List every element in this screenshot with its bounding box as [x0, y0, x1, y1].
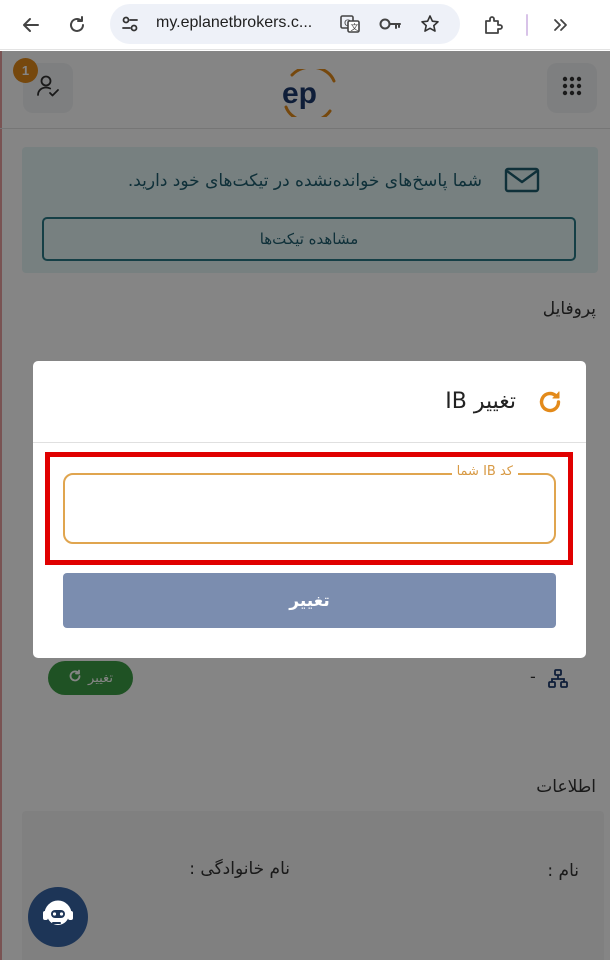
ib-code-input[interactable] [75, 491, 546, 527]
site-settings-icon[interactable] [116, 10, 144, 38]
password-key-icon[interactable] [376, 10, 404, 38]
dialog-header: تغییر IB [33, 361, 586, 443]
back-arrow-icon[interactable] [14, 8, 48, 42]
dialog-title: تغییر IB [445, 389, 516, 414]
refresh-icon [536, 388, 564, 420]
reload-icon[interactable] [60, 8, 94, 42]
ib-code-field[interactable]: کد IB شما [63, 464, 556, 544]
url-text[interactable]: my.eplanetbrokers.c... [156, 14, 312, 32]
toolbar-divider [526, 14, 528, 36]
browser-toolbar: my.eplanetbrokers.c... G文 [0, 0, 610, 50]
support-agent-icon [39, 896, 77, 938]
more-chevrons-icon[interactable] [544, 8, 578, 42]
change-ib-dialog: تغییر IB کد IB شما تغییر [33, 361, 586, 658]
page-content: 1 ep شما پاسخ‌های خوانده‌نشده در تیکت‌ها… [0, 51, 610, 960]
translate-icon[interactable]: G文 [336, 10, 364, 38]
support-chat-button[interactable] [28, 887, 88, 947]
address-bar[interactable]: my.eplanetbrokers.c... G文 [110, 4, 460, 44]
extensions-icon[interactable] [476, 8, 510, 42]
svg-text:文: 文 [351, 22, 359, 32]
ib-code-label: کد IB شما [451, 464, 518, 479]
bookmark-star-icon[interactable] [416, 10, 444, 38]
submit-change-button[interactable]: تغییر [63, 573, 556, 628]
